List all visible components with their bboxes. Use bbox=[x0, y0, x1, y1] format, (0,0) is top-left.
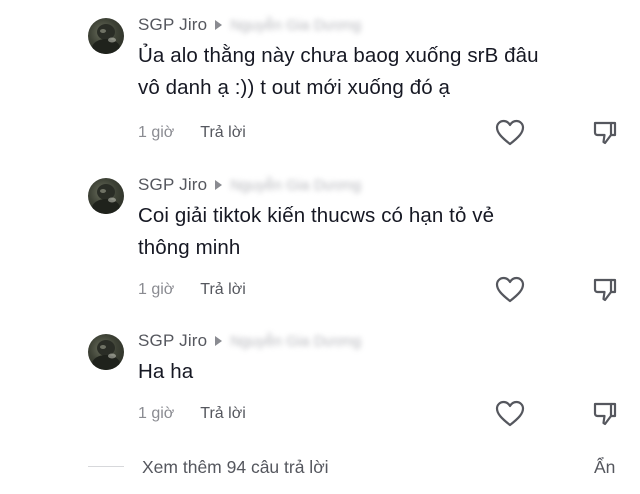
comment-footer: 1 giờ Trả lời bbox=[138, 403, 246, 425]
comment-thread: SGP Jiro Nguyễn Gia Dương Ủa alo thằng n… bbox=[0, 0, 640, 494]
heart-outline-icon[interactable] bbox=[495, 276, 525, 304]
avatar[interactable] bbox=[88, 18, 124, 54]
comment-meta: SGP Jiro Nguyễn Gia Dương bbox=[138, 14, 361, 36]
reply-button[interactable]: Trả lời bbox=[200, 281, 245, 299]
avatar[interactable] bbox=[88, 178, 124, 214]
caret-right-icon bbox=[215, 336, 223, 346]
comment-text: Ha ha bbox=[138, 360, 194, 383]
comment-meta: SGP Jiro Nguyễn Gia Dương bbox=[138, 174, 361, 196]
comment-time: 1 giờ bbox=[138, 281, 175, 298]
thumbs-down-outline-icon[interactable] bbox=[592, 277, 618, 303]
comment-footer: 1 giờ Trả lời bbox=[138, 279, 246, 301]
heart-outline-icon[interactable] bbox=[495, 400, 525, 428]
comment-footer: 1 giờ Trả lời bbox=[138, 122, 246, 144]
heart-outline-icon[interactable] bbox=[495, 119, 525, 147]
comment-username[interactable]: SGP Jiro bbox=[138, 175, 207, 195]
reply-target-username[interactable]: Nguyễn Gia Dương bbox=[230, 17, 361, 34]
comment-text: Coi giải tiktok kiến thucws có hạn tỏ vẻ… bbox=[138, 204, 495, 259]
view-more-replies-button[interactable]: Xem thêm 94 câu trả lời bbox=[142, 455, 329, 479]
hide-replies-button[interactable]: Ẩn bbox=[594, 455, 615, 479]
reply-target-username[interactable]: Nguyễn Gia Dương bbox=[230, 177, 361, 194]
comment-time: 1 giờ bbox=[138, 124, 175, 141]
comment-time: 1 giờ bbox=[138, 405, 175, 422]
thumbs-down-outline-icon[interactable] bbox=[592, 401, 618, 427]
caret-right-icon bbox=[215, 20, 223, 30]
thumbs-down-outline-icon[interactable] bbox=[592, 120, 618, 146]
reply-button[interactable]: Trả lời bbox=[200, 405, 245, 423]
view-more-row: Xem thêm 94 câu trả lời Ẩn bbox=[88, 455, 628, 479]
comment-username[interactable]: SGP Jiro bbox=[138, 15, 207, 35]
reply-target-username[interactable]: Nguyễn Gia Dương bbox=[230, 333, 361, 350]
comment-username[interactable]: SGP Jiro bbox=[138, 331, 207, 351]
reply-button[interactable]: Trả lời bbox=[200, 124, 245, 142]
comment-meta: SGP Jiro Nguyễn Gia Dương bbox=[138, 330, 361, 352]
avatar[interactable] bbox=[88, 334, 124, 370]
comment-text: Ủa alo thằng này chưa baog xuống srB đâu… bbox=[138, 44, 539, 99]
caret-right-icon bbox=[215, 180, 223, 190]
divider bbox=[88, 466, 124, 467]
